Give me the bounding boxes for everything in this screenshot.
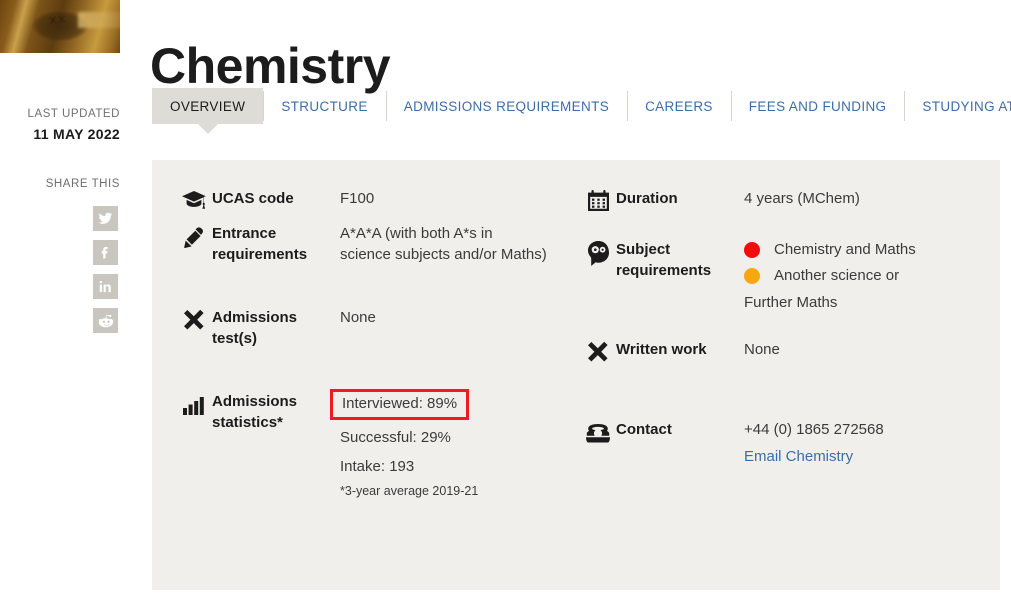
row-entrance-requirements: Entrance requirements A*A*A (with both A… xyxy=(176,223,586,265)
telephone-icon xyxy=(580,419,616,443)
row-admissions-test: Admissions test(s) None xyxy=(176,307,586,349)
calendar-icon xyxy=(580,188,616,211)
subject-requirement-continuation: Further Maths xyxy=(744,294,838,311)
share-reddit-button[interactable] xyxy=(93,308,118,333)
admissions-statistics-value: Interviewed: 89% Successful: 29% Intake:… xyxy=(330,389,479,501)
share-facebook-button[interactable] xyxy=(93,240,118,265)
duration-label: Duration xyxy=(616,190,678,207)
course-overview-panel: UCAS code F100 Entrance requirements A*A… xyxy=(152,160,1000,590)
tab-studying-at-oxford[interactable]: STUDYING AT OXFORD xyxy=(904,88,1011,124)
admissions-statistics-label: Admissions statistics* xyxy=(212,393,298,431)
amber-dot-icon xyxy=(744,268,760,284)
share-twitter-button[interactable] xyxy=(93,206,118,231)
ucas-code-value: F100 xyxy=(340,190,375,207)
linkedin-icon xyxy=(99,280,111,293)
twitter-icon xyxy=(98,212,113,224)
reddit-icon xyxy=(98,314,113,327)
subject-requirements-value: Chemistry and Maths Another science or F… xyxy=(744,239,916,313)
x-mark-icon xyxy=(580,339,616,363)
written-work-value: None xyxy=(744,341,780,358)
duration-value: 4 years (MChem) xyxy=(744,190,860,207)
tab-overview[interactable]: OVERVIEW xyxy=(152,88,264,134)
admissions-test-value: None xyxy=(340,309,376,326)
facebook-icon xyxy=(101,246,108,259)
share-linkedin-button[interactable] xyxy=(93,274,118,299)
tab-careers[interactable]: CAREERS xyxy=(627,88,731,124)
bar-chart-icon xyxy=(176,391,212,415)
admissions-test-label: Admissions test(s) xyxy=(212,309,298,347)
thumbnail-glyph: ₓₓ xyxy=(46,3,67,29)
interviewed-highlight-box: Interviewed: 89% xyxy=(330,389,470,420)
last-updated-label: LAST UPDATED xyxy=(27,108,120,120)
tab-admissions-requirements[interactable]: ADMISSIONS REQUIREMENTS xyxy=(385,88,627,124)
subject-requirement-item: Another science or xyxy=(744,265,916,286)
subject-requirements-label: Subject requirements xyxy=(616,241,712,279)
share-this-label: SHARE THIS xyxy=(45,178,120,190)
contact-label: Contact xyxy=(616,421,672,438)
tab-structure[interactable]: STRUCTURE xyxy=(263,88,385,124)
page-title: Chemistry xyxy=(150,37,391,94)
row-duration: Duration 4 years (MChem) xyxy=(580,188,980,211)
row-admissions-statistics: Admissions statistics* Interviewed: 89% … xyxy=(176,389,586,501)
thumbnail-highlight xyxy=(78,12,120,28)
contact-phone: +44 (0) 1865 272568 xyxy=(744,421,884,438)
red-dot-icon xyxy=(744,242,760,258)
overview-right-column: Duration 4 years (MChem) Subject require… xyxy=(580,188,980,480)
entrance-requirements-label: Entrance requirements xyxy=(212,225,308,263)
tab-fees-and-funding[interactable]: FEES AND FUNDING xyxy=(730,88,905,124)
entrance-requirements-line-1: A*A*A (with both A*s in xyxy=(340,225,493,242)
row-written-work: Written work None xyxy=(580,339,980,363)
course-tabs: OVERVIEW STRUCTURE ADMISSIONS REQUIREMEN… xyxy=(152,88,1011,134)
subject-requirement-item: Chemistry and Maths xyxy=(744,239,916,260)
graduation-cap-icon xyxy=(176,188,212,210)
last-updated-block: LAST UPDATED 11 MAY 2022 xyxy=(0,108,120,142)
entrance-requirements-value: A*A*A (with both A*s in science subjects… xyxy=(340,223,547,265)
interviewed-stat: Interviewed: 89% xyxy=(342,395,458,412)
row-subject-requirements: Subject requirements Chemistry and Maths… xyxy=(580,239,980,313)
pencil-icon xyxy=(176,223,212,249)
share-buttons-group xyxy=(93,206,120,342)
row-contact: Contact +44 (0) 1865 272568 Email Chemis… xyxy=(580,419,980,467)
last-updated-value: 11 MAY 2022 xyxy=(33,126,120,142)
entrance-requirements-line-2: science subjects and/or Maths) xyxy=(340,246,547,263)
x-mark-icon xyxy=(176,307,212,331)
subject-requirement-text: Chemistry and Maths xyxy=(774,241,916,258)
email-chemistry-link[interactable]: Email Chemistry xyxy=(744,446,884,467)
intake-stat: Intake: 193 xyxy=(340,458,415,475)
admissions-statistics-footnote: *3-year average 2019-21 xyxy=(340,484,479,498)
ucas-code-label: UCAS code xyxy=(212,190,294,207)
overview-left-column: UCAS code F100 Entrance requirements A*A… xyxy=(176,188,586,514)
successful-stat: Successful: 29% xyxy=(340,429,451,446)
head-gears-icon xyxy=(580,239,616,266)
row-ucas-code: UCAS code F100 xyxy=(176,188,586,210)
contact-value: +44 (0) 1865 272568 Email Chemistry xyxy=(744,419,884,467)
hero-thumbnail-image: ₓₓ xyxy=(0,0,120,53)
subject-requirement-text: Another science or xyxy=(774,267,900,284)
written-work-label: Written work xyxy=(616,341,707,358)
